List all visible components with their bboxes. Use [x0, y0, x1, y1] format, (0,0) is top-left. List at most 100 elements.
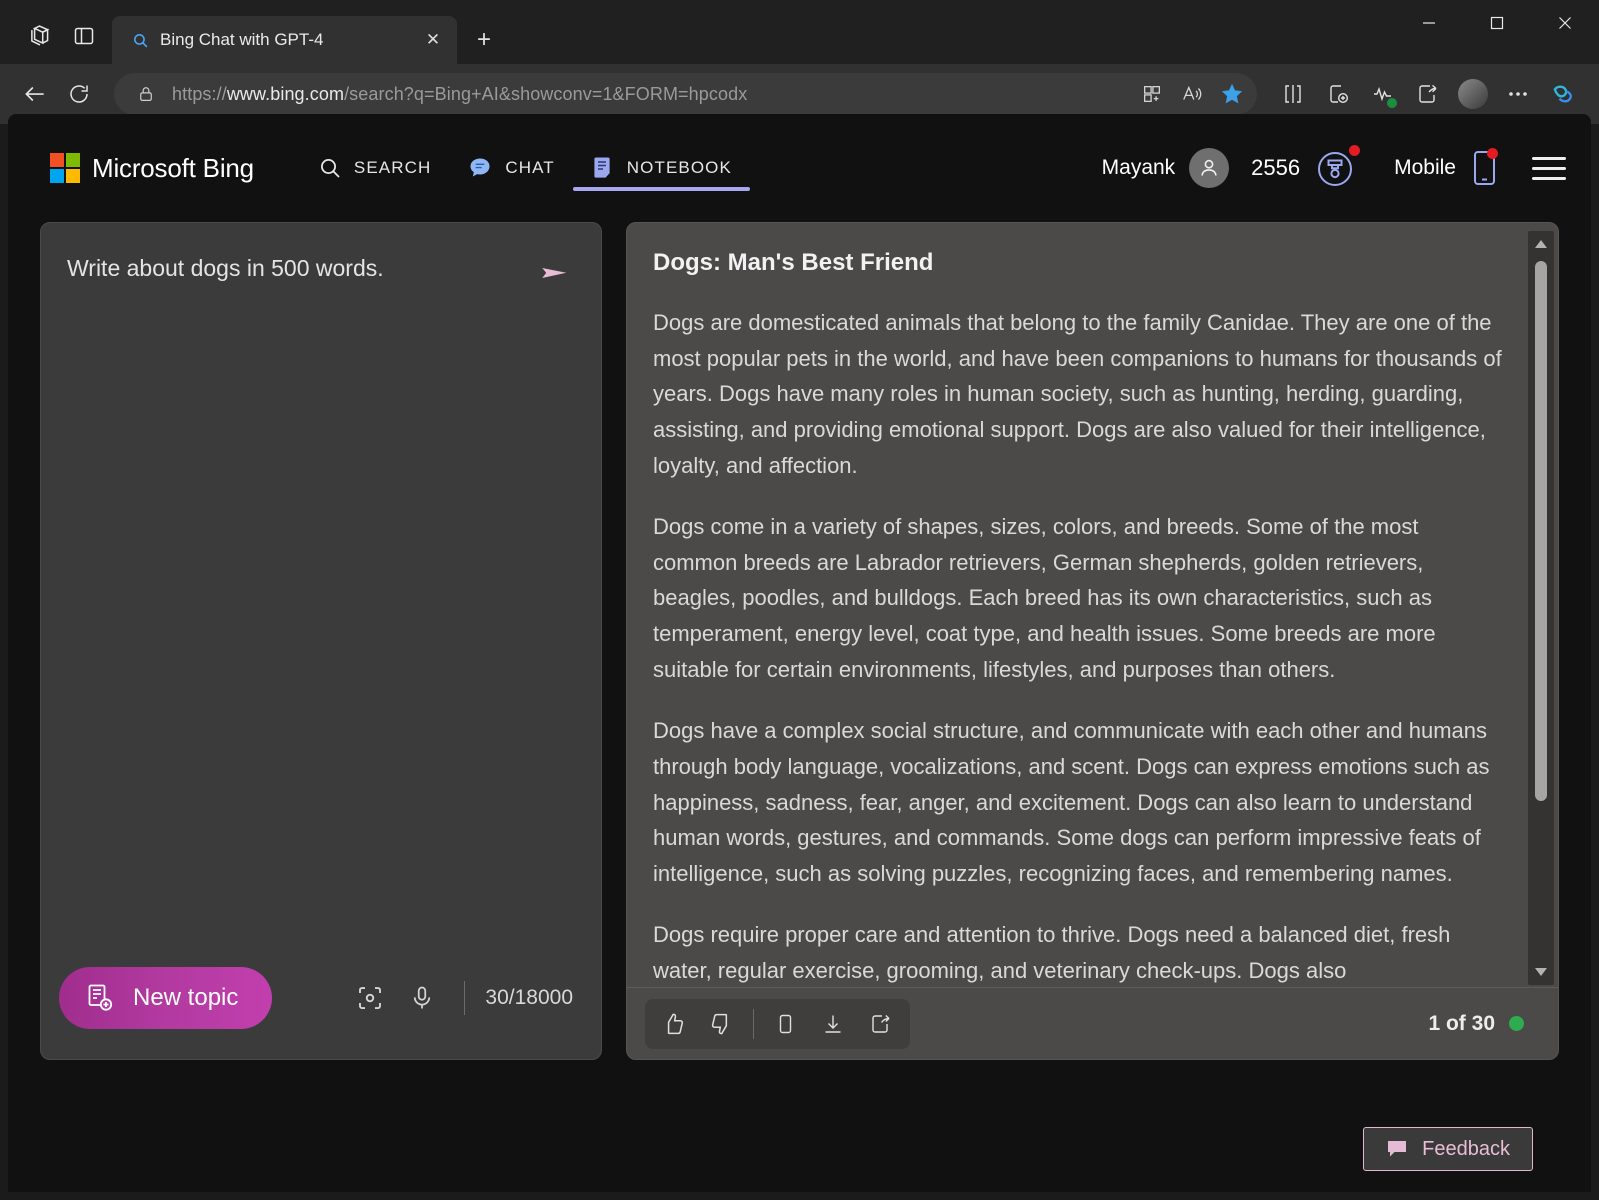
- response-pager: 1 of 30: [1428, 1012, 1524, 1036]
- user-name: Mayank: [1102, 156, 1176, 180]
- response-content: Dogs: Man's Best Friend Dogs are domesti…: [627, 223, 1558, 987]
- split-screen-icon[interactable]: [1133, 75, 1171, 113]
- close-window-button[interactable]: [1531, 0, 1599, 46]
- nav-tab-search[interactable]: SEARCH: [300, 131, 449, 205]
- address-bar[interactable]: https://www.bing.com/search?q=Bing+AI&sh…: [114, 73, 1257, 115]
- url-host: www.bing.com: [227, 84, 344, 104]
- title-bar-left-icons: [0, 18, 112, 64]
- rewards-area[interactable]: 2556: [1251, 146, 1358, 190]
- scroll-up-arrow[interactable]: [1528, 231, 1554, 257]
- response-paragraph: Dogs have a complex social structure, an…: [653, 713, 1504, 891]
- scrollbar-track[interactable]: [1528, 257, 1554, 959]
- back-arrow-icon[interactable]: [14, 73, 56, 115]
- response-paragraph: Dogs come in a variety of shapes, sizes,…: [653, 509, 1504, 687]
- feedback-label: Feedback: [1422, 1138, 1510, 1161]
- nav-tab-label: NOTEBOOK: [627, 158, 732, 178]
- share-icon[interactable]: [1406, 73, 1450, 115]
- profile-avatar[interactable]: [1451, 73, 1495, 115]
- maximize-button[interactable]: [1463, 0, 1531, 46]
- minimize-button[interactable]: [1395, 0, 1463, 46]
- copilot-icon[interactable]: [1541, 73, 1585, 115]
- collections-icon[interactable]: [20, 18, 60, 54]
- rewards-points: 2556: [1251, 155, 1300, 181]
- prompt-row: [41, 223, 601, 893]
- response-actions: [645, 999, 910, 1049]
- status-dot: [1387, 98, 1397, 108]
- composer-bottom-bar: New topic: [41, 967, 601, 1059]
- tab-title: Bing Chat with GPT-4: [160, 30, 409, 50]
- url-text: https://www.bing.com/search?q=Bing+AI&sh…: [158, 84, 1133, 105]
- browser-essentials-icon[interactable]: [1361, 73, 1405, 115]
- lock-icon: [134, 85, 158, 103]
- browser-tab[interactable]: Bing Chat with GPT-4 ✕: [112, 16, 457, 64]
- scrollbar-thumb[interactable]: [1535, 261, 1547, 801]
- char-counter: 30/18000: [485, 986, 573, 1010]
- notebook-main: New topic: [8, 222, 1591, 1060]
- export-share-icon[interactable]: [858, 1002, 904, 1046]
- response-panel: Dogs: Man's Best Friend Dogs are domesti…: [626, 222, 1559, 1060]
- settings-more-icon[interactable]: [1496, 73, 1540, 115]
- bing-search-icon: [130, 30, 150, 50]
- url-prefix: https://: [172, 84, 227, 104]
- notification-dot: [1349, 145, 1360, 156]
- response-paragraph: Dogs are domesticated animals that belon…: [653, 305, 1504, 483]
- address-bar-actions: [1133, 75, 1251, 113]
- divider: [464, 981, 465, 1015]
- url-path: /search?q=Bing+AI&showconv=1&FORM=hpcodx: [344, 84, 747, 104]
- prompt-input[interactable]: [67, 253, 521, 893]
- status-badge: [1509, 1016, 1524, 1031]
- favorite-star-icon[interactable]: [1213, 75, 1251, 113]
- thumbs-up-icon[interactable]: [651, 1002, 697, 1046]
- header-account-area: Mayank 2556: [1102, 146, 1566, 190]
- toolbar-right-actions: [1271, 73, 1585, 115]
- new-topic-label: New topic: [133, 984, 238, 1012]
- notification-dot: [1487, 148, 1498, 159]
- new-topic-button[interactable]: New topic: [59, 967, 272, 1029]
- window-controls: [1395, 0, 1599, 46]
- search-icon: [318, 156, 342, 180]
- new-tab-button[interactable]: +: [465, 21, 503, 59]
- composer-tools: 30/18000: [348, 976, 573, 1020]
- microsoft-bing-logo[interactable]: Microsoft Bing: [50, 153, 254, 184]
- bing-page: Microsoft Bing SEARCH CHAT: [8, 114, 1591, 1192]
- nav-tab-chat[interactable]: CHAT: [449, 131, 572, 205]
- response-title: Dogs: Man's Best Friend: [653, 249, 1504, 277]
- scroll-down-arrow[interactable]: [1528, 959, 1554, 985]
- close-icon[interactable]: ✕: [419, 26, 447, 54]
- divider: [753, 1009, 754, 1039]
- thumbs-down-icon[interactable]: [699, 1002, 745, 1046]
- bing-header: Microsoft Bing SEARCH CHAT: [8, 114, 1591, 222]
- browser-window: Bing Chat with GPT-4 ✕ +: [0, 0, 1599, 1200]
- visual-search-icon[interactable]: [348, 976, 392, 1020]
- read-aloud-icon[interactable]: [1173, 75, 1211, 113]
- phone-icon: [1470, 146, 1498, 190]
- download-icon[interactable]: [810, 1002, 856, 1046]
- microphone-icon[interactable]: [400, 976, 444, 1020]
- tab-pane-icon[interactable]: [64, 18, 104, 54]
- feedback-button[interactable]: Feedback: [1363, 1127, 1533, 1171]
- split-screen-icon[interactable]: [1271, 73, 1315, 115]
- chat-bubble-icon: [467, 155, 493, 181]
- nav-tab-notebook[interactable]: NOTEBOOK: [573, 131, 750, 205]
- add-to-collections-icon[interactable]: [1316, 73, 1360, 115]
- response-scrollbar[interactable]: [1528, 231, 1554, 985]
- rewards-medal-icon[interactable]: [1314, 146, 1358, 190]
- avatar[interactable]: [1189, 148, 1229, 188]
- send-arrow-icon[interactable]: [535, 253, 575, 293]
- microsoft-logo-icon: [50, 153, 80, 183]
- browser-title-bar: Bing Chat with GPT-4 ✕ +: [0, 0, 1599, 64]
- bing-logo-text: Microsoft Bing: [92, 153, 254, 184]
- copy-icon[interactable]: [762, 1002, 808, 1046]
- new-topic-icon: [85, 982, 115, 1014]
- feedback-bar: Feedback: [8, 1106, 1591, 1192]
- mobile-link[interactable]: Mobile: [1394, 146, 1498, 190]
- nav-tab-label: CHAT: [505, 158, 554, 178]
- pager-text: 1 of 30: [1428, 1012, 1495, 1036]
- prompt-composer-panel: New topic: [40, 222, 602, 1060]
- response-paragraph: Dogs require proper care and attention t…: [653, 917, 1504, 987]
- response-toolbar: 1 of 30: [627, 987, 1558, 1059]
- hamburger-menu-icon[interactable]: [1532, 157, 1566, 180]
- mobile-label: Mobile: [1394, 156, 1456, 180]
- refresh-icon[interactable]: [58, 73, 100, 115]
- feedback-bubble-icon: [1386, 1139, 1408, 1159]
